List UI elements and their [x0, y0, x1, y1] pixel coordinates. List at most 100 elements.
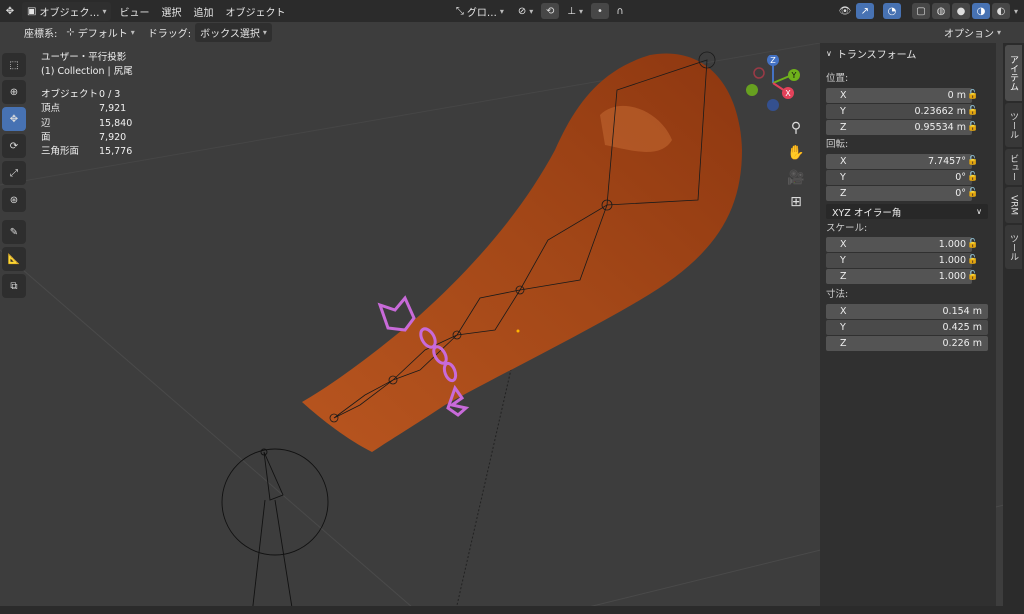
gizmo-y-label: Y: [791, 71, 797, 80]
rotation-y-field[interactable]: Y 0°: [826, 170, 972, 185]
menu-object[interactable]: オブジェクト: [219, 4, 291, 19]
falloff-icon[interactable]: ∩: [611, 3, 629, 19]
axis-gizmo[interactable]: Z Y X: [745, 55, 805, 115]
dimensions-y-field[interactable]: Y 0.425 m: [826, 320, 988, 335]
dimensions-z-field[interactable]: Z 0.226 m: [826, 336, 988, 351]
gizmo-neg-y[interactable]: [746, 84, 758, 96]
tab-tool-2[interactable]: ツール: [1005, 225, 1022, 269]
mode-icon: ▣: [27, 5, 37, 17]
add-cube-icon[interactable]: ⧉: [2, 274, 26, 298]
options-dropdown[interactable]: オプション ▾: [939, 23, 1006, 42]
menu-add[interactable]: 追加: [187, 4, 219, 19]
tab-view[interactable]: ビュー: [1005, 149, 1022, 185]
pivot-dropdown[interactable]: ⊘ ▾: [513, 4, 538, 19]
editor-type-icon[interactable]: ✥: [1, 3, 19, 19]
menu-select[interactable]: 選択: [155, 4, 187, 19]
menu-view[interactable]: ビュー: [113, 4, 155, 19]
rotation-x-field[interactable]: X 7.7457°: [826, 154, 972, 169]
overlay-toggle-icon[interactable]: ◔: [882, 3, 901, 19]
rotation-x: 7.7457°: [928, 156, 966, 167]
rendered-shading-icon[interactable]: ◐: [991, 3, 1010, 19]
location-z-field[interactable]: Z 0.95534 m: [826, 120, 972, 135]
location-x-field[interactable]: X 0 m: [826, 88, 972, 103]
xray-icon[interactable]: ▢: [911, 3, 930, 19]
gizmo-neg-z[interactable]: [767, 99, 779, 111]
lock-icon[interactable]: 🔓: [967, 90, 978, 100]
transform-orientation-dropdown[interactable]: ⤡ グロ… ▾: [451, 2, 509, 21]
grid-view-icon[interactable]: ⊞: [785, 191, 807, 213]
lock-icon[interactable]: 🔓: [967, 255, 978, 265]
lock-icon[interactable]: 🔓: [967, 106, 978, 116]
tab-tool[interactable]: ツール: [1005, 103, 1022, 147]
panel-title: トランスフォーム: [836, 49, 917, 61]
scale-icon[interactable]: ⤢: [2, 161, 26, 185]
chevron-down-icon[interactable]: ▾: [1014, 7, 1018, 16]
stat-value: 7,921: [99, 103, 127, 115]
coord-label: 座標系:: [24, 29, 58, 40]
lock-icon[interactable]: 🔓: [967, 271, 978, 281]
chevron-down-icon: ▾: [578, 6, 583, 16]
stat-row: 辺 15,840: [41, 117, 133, 131]
header-bar: ✥ ▣ オブジェク… ▾ ビュー 選択 追加 オブジェクト ⤡ グロ… ▾ ⊘ ▾ ⟲ ⊥…: [0, 0, 1024, 22]
stat-key: 面: [41, 132, 51, 144]
lock-icon[interactable]: 🔓: [967, 156, 978, 166]
mode-dropdown[interactable]: ▣ オブジェク… ▾: [22, 1, 112, 21]
origin-point: [516, 329, 520, 333]
dimensions-label: 寸法:: [826, 289, 849, 300]
coord-dropdown[interactable]: ⊹ デフォルト ▾: [61, 23, 139, 42]
snap-increment-icon: ⊥: [567, 5, 576, 17]
cursor-icon[interactable]: ⊕: [2, 80, 26, 104]
move-icon[interactable]: ✥: [2, 107, 26, 131]
snap-icon[interactable]: ⟲: [541, 3, 560, 19]
rotate-icon[interactable]: ⟳: [2, 134, 26, 158]
rotation-z-field[interactable]: Z 0°: [826, 186, 972, 201]
link-icon: ⊘: [517, 5, 527, 17]
visibility-icon[interactable]: 👁: [836, 3, 854, 19]
drag-dropdown[interactable]: ボックス選択 ▾: [195, 23, 272, 42]
proportional-edit-icon[interactable]: •: [590, 3, 609, 19]
tail-mesh[interactable]: [302, 53, 742, 453]
measure-icon[interactable]: 📐: [2, 247, 26, 271]
scale-y-field[interactable]: Y 1.000: [826, 253, 972, 268]
gizmo-toggle-icon[interactable]: ↗: [855, 3, 874, 19]
lock-icon[interactable]: 🔓: [967, 122, 978, 132]
scale-z-field[interactable]: Z 1.000: [826, 269, 972, 284]
scale-x-field[interactable]: X 1.000: [826, 237, 972, 252]
stat-row: 面 7,920: [41, 131, 133, 145]
empty-object[interactable]: [221, 448, 329, 614]
gizmo-neg-x[interactable]: [753, 67, 765, 79]
rotation-y: 0°: [955, 172, 966, 183]
chevron-down-icon: ▾: [130, 28, 135, 37]
lock-icon[interactable]: 🔓: [967, 172, 978, 182]
stat-value: 15,840: [99, 117, 133, 129]
scale-x: 1.000: [938, 239, 966, 250]
tab-item[interactable]: アイテム: [1005, 45, 1022, 101]
axis-label: X: [840, 90, 847, 101]
wireframe-shading-icon[interactable]: ◍: [931, 3, 950, 19]
stat-row: 三角形面 15,776: [41, 145, 133, 159]
zoom-icon[interactable]: ⚲: [785, 117, 807, 139]
panel-header[interactable]: ∨ トランスフォーム: [820, 43, 996, 63]
pan-hand-icon[interactable]: ✋: [785, 142, 807, 164]
transform-icon[interactable]: ⊛: [2, 188, 26, 212]
annotate-icon[interactable]: ✎: [2, 220, 26, 244]
rotation-mode-value: XYZ オイラー角: [832, 207, 902, 219]
material-shading-icon[interactable]: ◑: [971, 3, 990, 19]
dimensions-x-field[interactable]: X 0.154 m: [826, 304, 988, 319]
stat-value: 15,776: [99, 146, 133, 158]
chevron-down-icon: ▾: [499, 6, 504, 16]
camera-icon[interactable]: 🎥: [785, 167, 807, 189]
rotation-mode-dropdown[interactable]: XYZ オイラー角 ∨: [826, 204, 988, 219]
chevron-down-icon: ▾: [996, 28, 1001, 37]
lock-icon[interactable]: 🔓: [967, 239, 978, 249]
relationship-line: [454, 364, 513, 614]
location-y-field[interactable]: Y 0.23662 m: [826, 104, 972, 119]
select-box-icon[interactable]: ⬚: [2, 53, 26, 77]
status-bar: [0, 606, 1024, 614]
stat-row: 頂点 7,921: [41, 102, 133, 116]
solid-shading-icon[interactable]: ●: [951, 3, 970, 19]
lock-icon[interactable]: 🔓: [967, 188, 978, 198]
tab-vrm[interactable]: VRM: [1005, 187, 1022, 223]
snap-target-dropdown[interactable]: ⊥ ▾: [562, 4, 588, 19]
dimensions-y: 0.425 m: [942, 322, 982, 333]
